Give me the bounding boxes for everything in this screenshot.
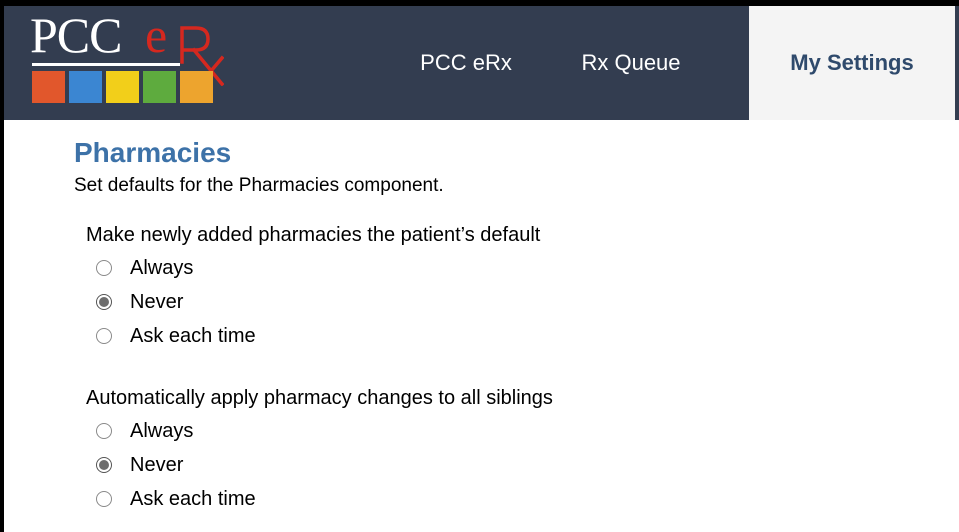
radio-button-selected[interactable] bbox=[96, 294, 112, 310]
radio-button-selected[interactable] bbox=[96, 457, 112, 473]
nav-tab-my-settings-label: My Settings bbox=[790, 50, 914, 75]
logo-text-e: e bbox=[145, 7, 168, 63]
option-label: Ask each time bbox=[130, 488, 256, 510]
sibling-option-ask-each-time[interactable]: Ask each time bbox=[86, 482, 553, 516]
radio-button[interactable] bbox=[96, 491, 112, 507]
logo-square-amber bbox=[180, 71, 213, 103]
radio-button[interactable] bbox=[96, 328, 112, 344]
default-option-never[interactable]: Never bbox=[86, 285, 540, 319]
option-label: Always bbox=[130, 257, 194, 279]
top-navigation-bar: PCC e PCC eRx Rx Queue My Settings bbox=[4, 6, 959, 120]
nav-tab-pcc-erx[interactable]: PCC eRx bbox=[396, 6, 536, 120]
default-option-ask-each-time[interactable]: Ask each time bbox=[86, 319, 540, 353]
nav-tab-pcc-erx-label: PCC eRx bbox=[420, 50, 512, 75]
radio-button[interactable] bbox=[96, 423, 112, 439]
settings-content: Pharmacies Set defaults for the Pharmaci… bbox=[74, 137, 934, 197]
radio-button[interactable] bbox=[96, 260, 112, 276]
default-pharmacy-setting-group: Make newly added pharmacies the patient’… bbox=[86, 223, 540, 353]
sibling-pharmacy-setting-group: Automatically apply pharmacy changes to … bbox=[86, 386, 553, 516]
sibling-option-never[interactable]: Never bbox=[86, 448, 553, 482]
default-option-always[interactable]: Always bbox=[86, 251, 540, 285]
page-subtitle: Set defaults for the Pharmacies componen… bbox=[74, 175, 444, 196]
sibling-pharmacy-question: Automatically apply pharmacy changes to … bbox=[86, 387, 553, 409]
logo-square-green bbox=[143, 71, 176, 103]
logo-text-pcc: PCC bbox=[30, 7, 123, 63]
app-frame: PCC e PCC eRx Rx Queue My Settings Pharm bbox=[0, 0, 959, 532]
logo-underline bbox=[32, 63, 180, 66]
nav-tab-rx-queue[interactable]: Rx Queue bbox=[556, 6, 706, 120]
option-label: Never bbox=[130, 291, 184, 313]
logo-color-squares bbox=[32, 71, 213, 103]
logo-square-yellow bbox=[106, 71, 139, 103]
option-label: Always bbox=[130, 420, 194, 442]
option-label: Ask each time bbox=[130, 325, 256, 347]
nav-tab-rx-queue-label: Rx Queue bbox=[581, 50, 681, 75]
nav-tab-my-settings[interactable]: My Settings bbox=[749, 6, 955, 120]
logo-square-blue bbox=[69, 71, 102, 103]
sibling-option-always[interactable]: Always bbox=[86, 414, 553, 448]
logo-square-orange bbox=[32, 71, 65, 103]
pcc-erx-logo[interactable]: PCC e bbox=[30, 10, 240, 114]
page-title: Pharmacies bbox=[74, 137, 232, 168]
option-label: Never bbox=[130, 454, 184, 476]
default-pharmacy-question: Make newly added pharmacies the patient’… bbox=[86, 224, 541, 246]
